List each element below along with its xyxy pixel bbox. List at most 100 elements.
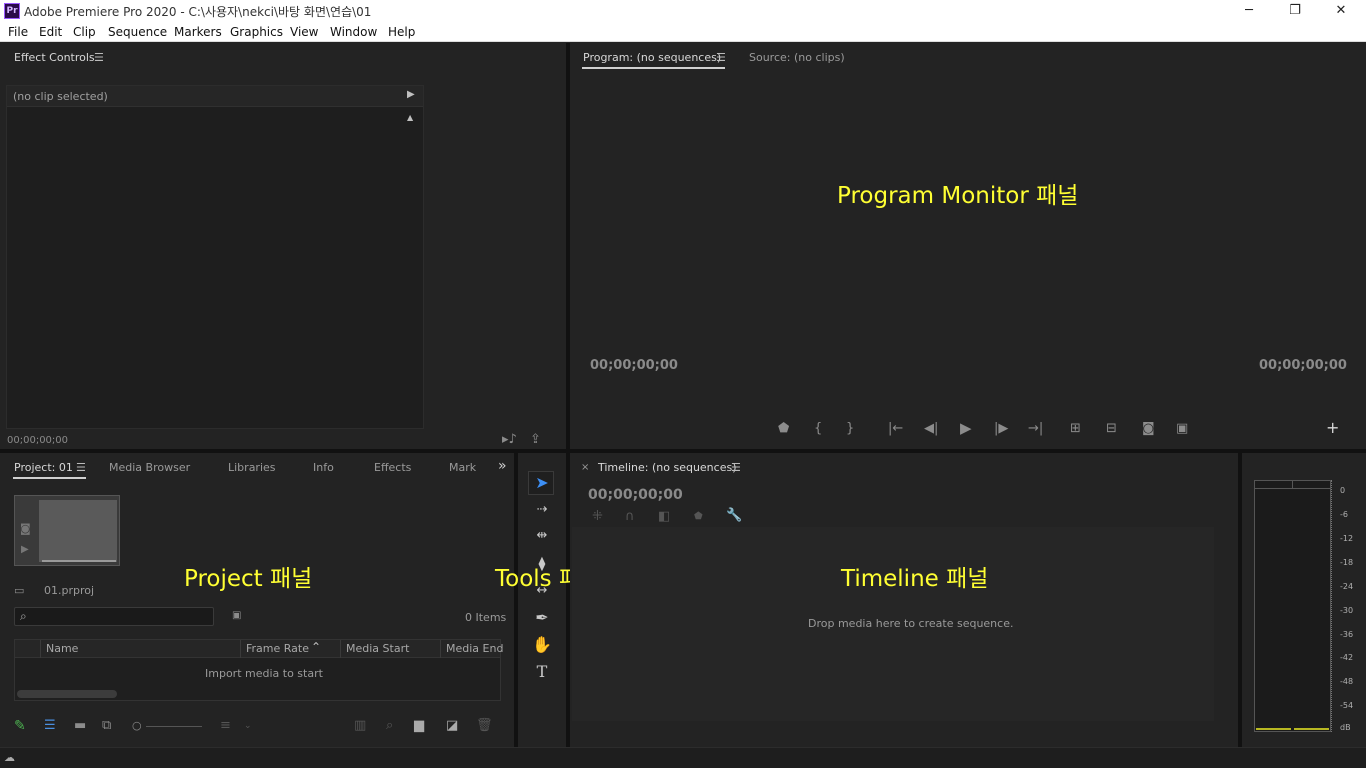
tab-markers[interactable]: Mark	[449, 461, 476, 474]
freeform-view-icon[interactable]: ⧉	[102, 719, 111, 733]
no-clip-label: (no clip selected)	[13, 90, 108, 103]
timeline-menu-icon[interactable]: ☰	[731, 461, 741, 474]
go-to-in-icon[interactable]: |←	[888, 422, 903, 436]
zoom-slider-handle-icon[interactable]: ○	[132, 719, 142, 733]
linked-selection-icon[interactable]: ◧	[658, 510, 670, 524]
program-tab-underline	[582, 67, 725, 69]
zoom-slider-track[interactable]	[146, 726, 202, 727]
sort-dropdown-icon[interactable]: ⌄	[244, 719, 252, 733]
horizontal-scrollbar[interactable]	[17, 690, 117, 698]
tab-project[interactable]: Project: 01	[14, 461, 73, 474]
menu-graphics[interactable]: Graphics	[230, 25, 283, 39]
meter-right-level	[1294, 728, 1329, 730]
window-title: Adobe Premiere Pro 2020 - C:\사용자\nekci\바…	[24, 5, 372, 19]
tab-effects[interactable]: Effects	[374, 461, 411, 474]
pen-tool-icon[interactable]: ✒	[530, 607, 554, 629]
icon-view-icon[interactable]: ▬	[74, 719, 86, 733]
menu-sequence[interactable]: Sequence	[108, 25, 167, 39]
column-divider	[40, 640, 41, 658]
go-to-out-icon[interactable]: →|	[1028, 422, 1043, 436]
lift-icon[interactable]: ⊞	[1070, 422, 1081, 436]
effect-controls-menu-icon[interactable]: ☰	[94, 51, 104, 64]
menu-markers[interactable]: Markers	[174, 25, 222, 39]
tab-source[interactable]: Source: (no clips)	[749, 51, 845, 64]
hand-tool-icon[interactable]: ✋	[530, 634, 554, 656]
column-divider	[340, 640, 341, 658]
panel-overflow-icon[interactable]: »	[498, 458, 507, 474]
export-icon[interactable]: ⇪	[530, 433, 541, 447]
find-icon[interactable]: ▣	[232, 609, 241, 623]
clear-trash-icon[interactable]: 🗑	[476, 719, 493, 733]
menu-clip[interactable]: Clip	[73, 25, 96, 39]
thumbnail-play-icon[interactable]: ▶	[21, 544, 29, 555]
export-frame-camera-icon[interactable]: ◙	[1142, 422, 1155, 436]
expand-right-icon[interactable]: ▶	[407, 89, 415, 100]
minimize-button[interactable]: ─	[1226, 0, 1272, 22]
sort-icons-icon[interactable]: ≡	[220, 719, 231, 733]
mark-in-icon[interactable]: {	[814, 422, 822, 436]
program-menu-icon[interactable]: ☰	[716, 51, 726, 64]
timeline-drop-area[interactable]: Drop media here to create sequence.	[572, 527, 1214, 721]
play-icon[interactable]: ▶	[960, 421, 972, 436]
track-select-tool-icon[interactable]: ⇢	[530, 499, 554, 521]
menu-edit[interactable]: Edit	[39, 25, 62, 39]
comparison-view-icon[interactable]: ▣	[1176, 422, 1188, 436]
project-menu-icon[interactable]: ☰	[76, 461, 86, 474]
menu-view[interactable]: View	[290, 25, 318, 39]
tab-libraries[interactable]: Libraries	[228, 461, 276, 474]
add-button-icon[interactable]: +	[1326, 420, 1339, 436]
extract-icon[interactable]: ⊟	[1106, 422, 1117, 436]
timeline-timecode[interactable]: 00;00;00;00	[588, 487, 683, 503]
step-forward-icon[interactable]: |▶	[994, 422, 1008, 436]
menu-help[interactable]: Help	[388, 25, 415, 39]
close-button[interactable]: ✕	[1318, 0, 1364, 22]
sort-ascending-icon[interactable]: ⌃	[311, 640, 321, 654]
wrench-settings-icon[interactable]: 🔧	[726, 509, 742, 523]
meter-left-level	[1256, 728, 1291, 730]
effect-controls-timecode: 00;00;00;00	[7, 435, 69, 446]
tab-media-browser[interactable]: Media Browser	[109, 461, 190, 474]
column-name[interactable]: Name	[46, 642, 78, 655]
mark-out-icon[interactable]: }	[846, 422, 854, 436]
snap-magnet-icon[interactable]: ∩	[625, 510, 635, 524]
tab-timeline[interactable]: Timeline: (no sequences)	[598, 461, 737, 474]
program-monitor-overlay-label: Program Monitor 패널	[837, 183, 1079, 209]
timeline-panel: × Timeline: (no sequences) ☰ 00;00;00;00…	[570, 453, 1238, 747]
snap-nest-icon[interactable]: ⁜	[592, 510, 603, 524]
tab-effect-controls[interactable]: Effect Controls	[14, 51, 95, 64]
restore-button[interactable]: ❐	[1272, 0, 1318, 22]
column-divider	[240, 640, 241, 658]
project-thumbnail[interactable]: ◙ ▶	[14, 495, 120, 566]
automate-to-sequence-icon[interactable]: ▥	[354, 719, 366, 733]
column-media-start[interactable]: Media Start	[346, 642, 409, 655]
menu-file[interactable]: File	[8, 25, 28, 39]
writable-pencil-icon[interactable]: ✎	[14, 719, 26, 733]
add-marker-timeline-icon[interactable]: ⬟	[694, 510, 703, 524]
new-bin-icon[interactable]: ▆	[414, 719, 424, 733]
camera-icon: ◙	[20, 522, 31, 535]
project-overlay-label: Project 패널	[184, 566, 313, 592]
list-view-icon[interactable]: ☰	[44, 719, 56, 733]
filter-icon[interactable]: ▸♪	[502, 433, 517, 447]
selection-tool-icon[interactable]: ➤	[530, 472, 554, 494]
tab-program[interactable]: Program: (no sequences)	[583, 51, 721, 64]
timeline-close-icon[interactable]: ×	[581, 462, 589, 473]
clip-row: (no clip selected) ▶	[7, 86, 423, 107]
menu-window[interactable]: Window	[330, 25, 377, 39]
program-playhead-timecode[interactable]: 00;00;00;00	[590, 358, 678, 373]
project-search-input[interactable]: ⌕	[14, 607, 214, 626]
tab-info[interactable]: Info	[313, 461, 334, 474]
find-bottom-icon[interactable]: ⌕	[386, 719, 393, 733]
column-media-end[interactable]: Media End	[446, 642, 503, 655]
creative-cloud-icon[interactable]: ☁	[4, 751, 15, 764]
thumbnail-scrub-bar[interactable]	[42, 560, 116, 562]
collapse-up-icon[interactable]: ▲	[407, 113, 413, 122]
meter-tick: -54	[1340, 701, 1354, 710]
type-tool-icon[interactable]: T	[530, 661, 554, 683]
add-marker-icon[interactable]: ⬟	[778, 422, 789, 436]
new-item-icon[interactable]: ◪	[446, 719, 458, 733]
search-icon: ⌕	[20, 609, 27, 623]
step-back-icon[interactable]: ◀|	[924, 422, 938, 436]
column-frame-rate[interactable]: Frame Rate	[246, 642, 309, 655]
ripple-edit-tool-icon[interactable]: ⇹	[530, 525, 554, 547]
